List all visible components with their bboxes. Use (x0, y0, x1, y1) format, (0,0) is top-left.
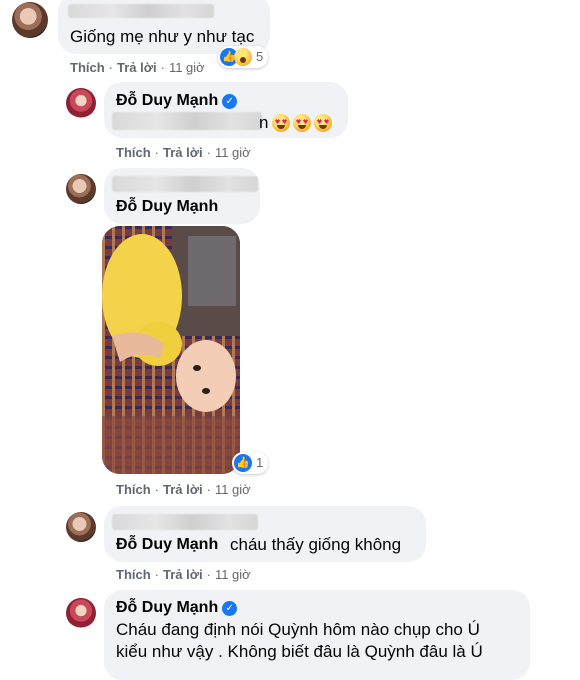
like-icon: 👍 (234, 454, 252, 472)
comment-time[interactable]: 11 giờ (215, 145, 251, 160)
redacted-comment-text (112, 112, 262, 130)
reply-link[interactable]: Trả lời (163, 482, 203, 497)
comment-time[interactable]: 11 giờ (215, 482, 251, 497)
redacted-commenter-name (68, 4, 214, 18)
comment-actions: Thích · Trả lời · 11 giờ (116, 482, 251, 497)
comment-time[interactable]: 11 giờ (169, 60, 205, 75)
commenter-avatar[interactable] (66, 174, 96, 204)
comment-bubble: Đỗ Duy Mạnh cháu thấy giống không (104, 506, 426, 562)
reply-link[interactable]: Trả lời (163, 567, 203, 582)
comment-author[interactable]: Đỗ Duy Mạnh (116, 536, 218, 554)
comment-bubble: Đỗ Duy Mạnh (104, 168, 260, 224)
comment-actions: Thích · Trả lời · 11 giờ (116, 567, 251, 582)
verified-badge-icon: ✓ (222, 94, 238, 109)
commenter-avatar[interactable] (66, 598, 96, 628)
comment-text: Giống mẹ như y như tạc (70, 27, 255, 46)
comment-time[interactable]: 11 giờ (215, 567, 251, 582)
comment-text-line-1: Cháu đang định nói Quỳnh hôm nào chụp ch… (116, 620, 480, 639)
like-link[interactable]: Thích (116, 145, 151, 160)
commenter-avatar[interactable] (66, 512, 96, 542)
redacted-reply-to-name (112, 514, 258, 530)
commenter-avatar[interactable] (12, 2, 48, 38)
baby-photo-image (102, 226, 240, 474)
reaction-count: 1 (256, 455, 264, 470)
reaction-count: 5 (256, 49, 264, 64)
like-link[interactable]: Thích (116, 482, 151, 497)
heart-eyes-emoji (272, 114, 290, 132)
comment-actions: Thích · Trả lời · 11 giờ (116, 145, 251, 160)
comment-text: cháu thấy giống không (230, 535, 402, 554)
like-link[interactable]: Thích (116, 567, 151, 582)
comment-bubble: Đỗ Duy Mạnh ✓ n (104, 82, 348, 138)
like-link[interactable]: Thích (70, 60, 105, 75)
comment-text-line-2: kiểu như vậy . Không biết đâu là Quỳnh đ… (116, 642, 483, 661)
reaction-summary[interactable]: 👍 1 (232, 452, 268, 474)
heart-eyes-emoji (314, 114, 332, 132)
comment-author[interactable]: Đỗ Duy Mạnh ✓ (116, 92, 238, 110)
heart-eyes-emoji (293, 114, 311, 132)
commenter-avatar[interactable] (66, 88, 96, 118)
reply-link[interactable]: Trả lời (163, 145, 203, 160)
comment-actions: Thích · Trả lời · 11 giờ (70, 60, 205, 75)
reply-link[interactable]: Trả lời (117, 60, 157, 75)
baby-photo-attachment[interactable] (102, 226, 240, 474)
comment-author[interactable]: Đỗ Duy Mạnh ✓ (116, 599, 238, 617)
wow-icon (234, 48, 252, 66)
comment-text-suffix: n (259, 113, 269, 132)
redacted-reply-to-name (112, 176, 258, 192)
reaction-summary[interactable]: 👍 5 (218, 46, 268, 68)
comment-author[interactable]: Đỗ Duy Mạnh (116, 198, 218, 216)
verified-badge-icon: ✓ (222, 601, 238, 616)
